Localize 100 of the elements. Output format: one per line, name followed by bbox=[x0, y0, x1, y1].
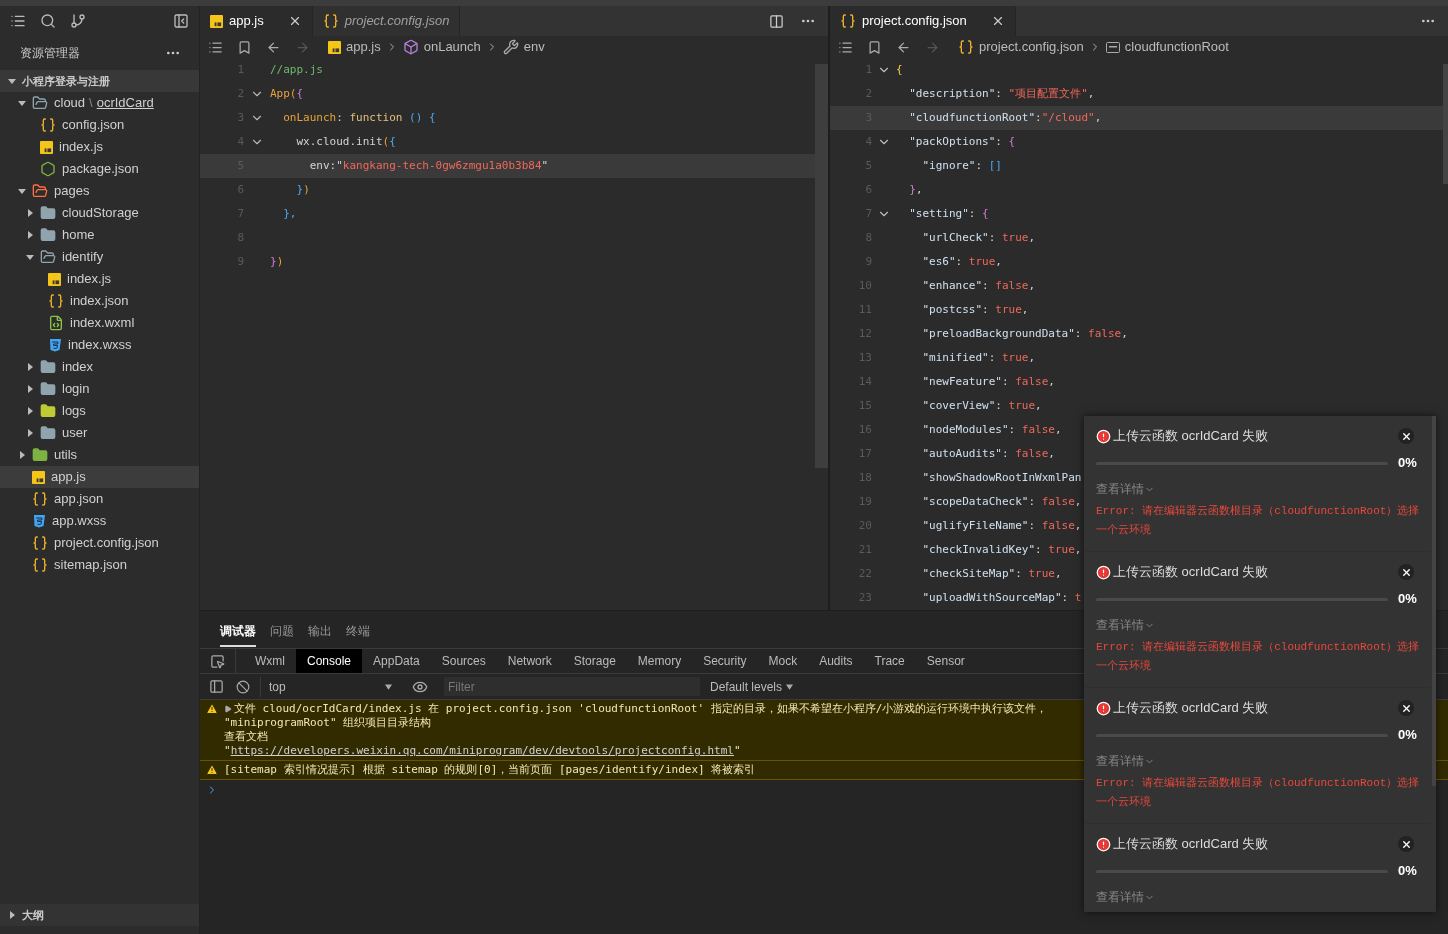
devtools-tab[interactable]: Sources bbox=[430, 649, 497, 673]
tree-item[interactable]: identify bbox=[0, 246, 199, 268]
breadcrumb[interactable]: onLaunch bbox=[402, 37, 481, 57]
tree-item-label: index.js bbox=[59, 138, 104, 157]
sidebar-toggle-icon[interactable] bbox=[209, 679, 224, 694]
details-toggle[interactable]: 查看详情 bbox=[1096, 480, 1155, 498]
outline-header[interactable]: 大纲 bbox=[0, 904, 199, 926]
close-button[interactable] bbox=[1398, 428, 1414, 444]
tree-item[interactable]: logs bbox=[0, 400, 199, 422]
close-button[interactable] bbox=[1398, 836, 1414, 852]
scrollbar[interactable] bbox=[815, 64, 828, 468]
tree-item-label: login bbox=[62, 380, 90, 399]
branch-icon[interactable] bbox=[70, 13, 86, 29]
devtools-tab[interactable]: Storage bbox=[562, 649, 627, 673]
tree-item[interactable]: index.js bbox=[0, 268, 199, 290]
devtools-tab[interactable]: Sensor bbox=[915, 649, 976, 673]
braces-icon bbox=[322, 13, 339, 29]
console-text: "https://developers.weixin.qq.com/miniprogram/dev/devtools/projectconfig.html" bbox=[224, 744, 742, 758]
split-editor-icon[interactable] bbox=[769, 13, 784, 29]
tree-item[interactable]: index bbox=[0, 356, 199, 378]
tree-item-label: app.js bbox=[51, 468, 86, 487]
tree-item[interactable]: login bbox=[0, 378, 199, 400]
context-select[interactable]: top bbox=[260, 676, 400, 697]
tree-item-label: package.json bbox=[62, 160, 139, 179]
collapse-panel-icon[interactable] bbox=[173, 13, 189, 29]
tree-item[interactable]: index.wxss bbox=[0, 334, 199, 356]
filter-field[interactable]: Filter bbox=[444, 677, 700, 696]
bookmark-icon[interactable] bbox=[237, 39, 252, 55]
hexagon-icon bbox=[40, 161, 56, 177]
tree-item[interactable]: app.js bbox=[0, 466, 199, 488]
inspect-icon[interactable] bbox=[210, 653, 225, 669]
scrollbar[interactable] bbox=[1443, 64, 1448, 184]
expand-triangle-icon[interactable] bbox=[224, 705, 232, 713]
project-header[interactable]: 小程序登录与注册 bbox=[0, 70, 199, 92]
devtools-tab[interactable]: Audits bbox=[808, 649, 864, 673]
breadcrumb[interactable]: app.js bbox=[328, 37, 381, 57]
expanded-caret-icon[interactable] bbox=[18, 187, 26, 195]
devtools-tab[interactable]: Wxml bbox=[244, 649, 296, 673]
editor-tab[interactable]: app.js bbox=[200, 6, 313, 36]
tree-item[interactable]: app.wxss bbox=[0, 510, 199, 532]
tree-item-label: app.json bbox=[54, 490, 104, 509]
panel-tab[interactable]: 终端 bbox=[346, 617, 370, 647]
outline-icon[interactable] bbox=[838, 39, 853, 55]
code-line: "uploadWithSourceMap": t bbox=[921, 589, 1082, 606]
panel-tab[interactable]: 输出 bbox=[308, 617, 332, 647]
code-line: "cloudfunctionRoot":"/cloud", bbox=[908, 109, 1102, 126]
collapsed-caret-icon[interactable] bbox=[26, 209, 34, 217]
tree-item[interactable]: index.js bbox=[0, 136, 199, 158]
editor-tab[interactable]: project.config.json bbox=[830, 6, 1016, 36]
tree-item[interactable]: sitemap.json bbox=[0, 554, 199, 576]
devtools-tab[interactable]: Trace bbox=[863, 649, 916, 673]
tree-item[interactable]: user bbox=[0, 422, 199, 444]
collapsed-caret-icon[interactable] bbox=[26, 429, 34, 437]
tree-item[interactable]: index.json bbox=[0, 290, 199, 312]
expanded-caret-icon[interactable] bbox=[8, 77, 16, 85]
breadcrumb[interactable]: cloudfunctionRoot bbox=[1105, 37, 1229, 57]
panel-tab[interactable]: 调试器 bbox=[220, 617, 256, 647]
devtools-tab[interactable]: Network bbox=[496, 649, 563, 673]
tree-item[interactable]: package.json bbox=[0, 158, 199, 180]
collapsed-caret-icon[interactable] bbox=[26, 363, 34, 371]
collapsed-caret-icon[interactable] bbox=[18, 451, 26, 459]
outline-icon[interactable] bbox=[208, 39, 223, 55]
tree-item[interactable]: utils bbox=[0, 444, 199, 466]
breadcrumb[interactable]: project.config.json bbox=[958, 37, 1084, 57]
tree-item-label: user bbox=[62, 424, 88, 443]
collapsed-caret-icon[interactable] bbox=[26, 231, 34, 239]
tree-item[interactable]: config.json bbox=[0, 114, 199, 136]
details-toggle[interactable]: 查看详情 bbox=[1096, 888, 1155, 906]
tree-item[interactable]: app.json bbox=[0, 488, 199, 510]
expanded-caret-icon[interactable] bbox=[26, 253, 34, 261]
menu-icon[interactable] bbox=[10, 13, 26, 29]
devtools-tab[interactable]: Console bbox=[296, 649, 363, 673]
search-icon[interactable] bbox=[40, 13, 56, 29]
tree-item[interactable]: cloud \ ocrIdCard bbox=[0, 92, 199, 114]
panel-tab[interactable]: 问题 bbox=[270, 617, 294, 647]
devtools-tab[interactable]: Mock bbox=[757, 649, 809, 673]
collapsed-caret-icon[interactable] bbox=[26, 407, 34, 415]
levels-dropdown[interactable]: Default levels bbox=[710, 677, 794, 696]
code-line: "showShadowRootInWxmlPan bbox=[921, 469, 1082, 486]
doc-link[interactable]: https://developers.weixin.qq.com/miniprogram/dev/devtools/projectconfig.html bbox=[230, 744, 734, 757]
clear-icon[interactable] bbox=[236, 679, 250, 694]
devtools-tab[interactable]: Memory bbox=[626, 649, 693, 673]
collapsed-caret-icon[interactable] bbox=[8, 911, 16, 919]
collapsed-caret-icon[interactable] bbox=[26, 385, 34, 393]
tree-item[interactable]: project.config.json bbox=[0, 532, 199, 554]
breadcrumb[interactable]: env bbox=[502, 37, 545, 57]
tree-item[interactable]: pages bbox=[0, 180, 199, 202]
expanded-caret-icon[interactable] bbox=[18, 99, 26, 107]
close-button[interactable] bbox=[1398, 564, 1414, 580]
devtools-tab[interactable]: Security bbox=[692, 649, 758, 673]
tree-item[interactable]: home bbox=[0, 224, 199, 246]
devtools-tab[interactable]: AppData bbox=[362, 649, 431, 673]
bookmark-icon[interactable] bbox=[867, 39, 882, 55]
tree-item[interactable]: cloudStorage bbox=[0, 202, 199, 224]
dropdown-caret-icon bbox=[385, 683, 392, 690]
details-toggle[interactable]: 查看详情 bbox=[1096, 752, 1155, 770]
tree-item[interactable]: index.wxml bbox=[0, 312, 199, 334]
details-toggle[interactable]: 查看详情 bbox=[1096, 616, 1155, 634]
tree-item-link[interactable]: ocrIdCard bbox=[96, 93, 154, 113]
close-button[interactable] bbox=[1398, 700, 1414, 716]
